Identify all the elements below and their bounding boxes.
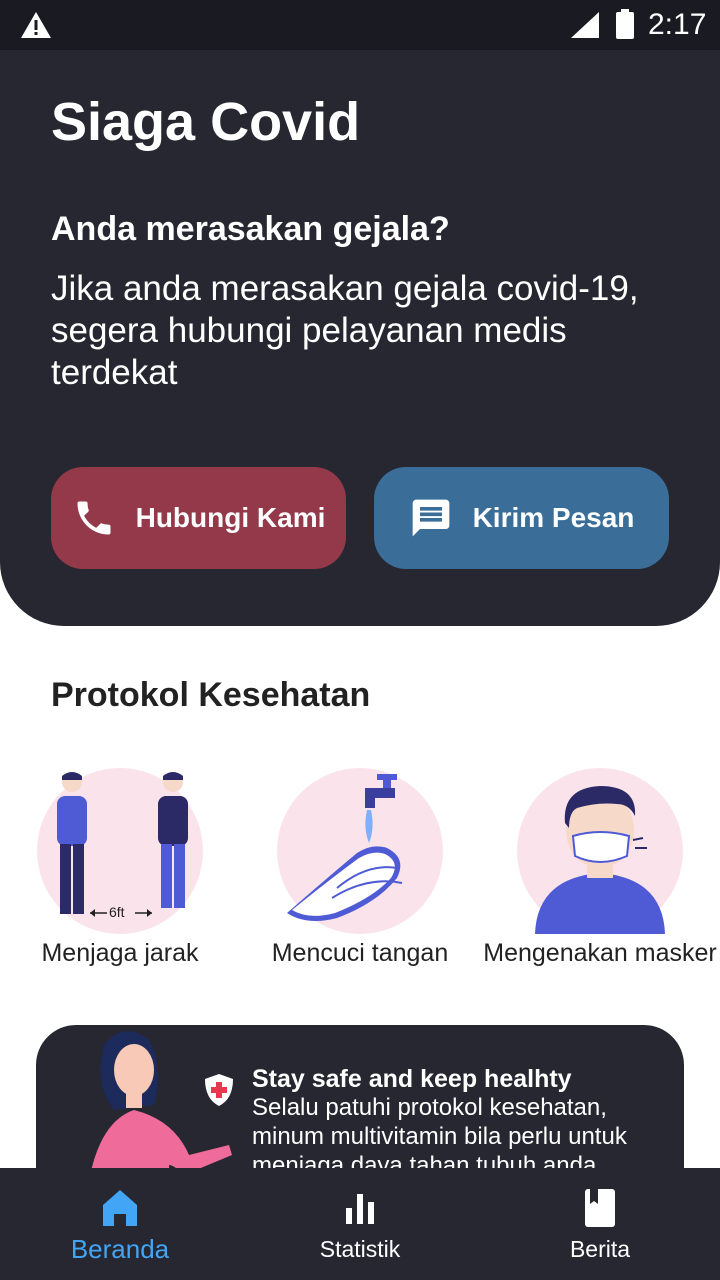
book-icon: [585, 1189, 615, 1227]
protocol-label: Mencuci tangan: [271, 939, 449, 967]
distance-text: 6ft: [109, 904, 125, 920]
mask-illustration: [517, 768, 683, 934]
home-icon: [103, 1190, 137, 1226]
symptom-question: Anda merasakan gejala?: [51, 210, 450, 248]
nav-label: Statistik: [319, 1236, 401, 1262]
bottom-navigation: Beranda Statistik Berita: [0, 1168, 720, 1280]
tip-title: Stay safe and keep healhty: [252, 1065, 572, 1093]
battery-icon: [616, 9, 634, 39]
nav-item-beranda[interactable]: Beranda: [0, 1168, 240, 1280]
status-bar: 2:17: [0, 0, 720, 50]
protocol-item-handwash: Mencuci tangan: [240, 768, 480, 968]
nav-item-berita[interactable]: Berita: [480, 1168, 720, 1280]
tip-body: Selalu patuhi protokol kesehatan, minum …: [252, 1094, 627, 1179]
message-button-label: Kirim Pesan: [472, 502, 635, 533]
nav-item-statistik[interactable]: Statistik: [240, 1168, 480, 1280]
shield-icon: [205, 1074, 233, 1106]
call-button-label: Hubungi Kami: [135, 502, 326, 533]
bar-chart-icon: [346, 1194, 374, 1224]
protocol-item-distance: 6ft Menjaga jarak: [0, 768, 240, 968]
signal-icon: [571, 12, 599, 38]
warning-icon: [21, 12, 51, 38]
social-distance-illustration: 6ft: [37, 768, 203, 934]
handwash-illustration: [277, 768, 443, 934]
protocol-label: Mengenakan masker: [483, 939, 717, 967]
message-button[interactable]: Kirim Pesan: [374, 467, 669, 569]
protocol-item-mask: Mengenakan masker: [480, 768, 720, 968]
nav-label: Berita: [569, 1236, 631, 1262]
status-time: 2:17: [648, 8, 707, 41]
symptom-description: Jika anda merasakan gejala covid-19, seg…: [51, 269, 639, 392]
protocol-title: Protokol Kesehatan: [51, 676, 371, 714]
protocol-label: Menjaga jarak: [41, 939, 199, 967]
app-title: Siaga Covid: [51, 92, 361, 152]
phone-icon: [77, 501, 111, 535]
call-button[interactable]: Hubungi Kami: [51, 467, 346, 569]
nav-label: Beranda: [70, 1234, 170, 1264]
message-icon: [412, 499, 449, 537]
